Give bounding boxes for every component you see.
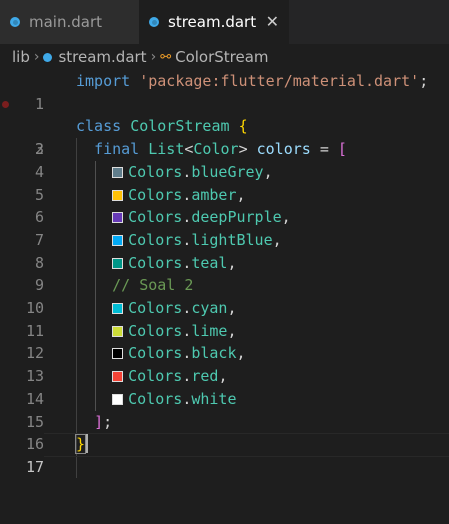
- keyword: class: [76, 117, 122, 136]
- breadcrumb-folder[interactable]: lib: [12, 48, 30, 66]
- color-member: teal: [191, 253, 228, 272]
- code-line[interactable]: 4 final List<Color> colors = [: [0, 138, 449, 181]
- field-name: colors: [256, 140, 311, 159]
- tab-main-dart[interactable]: main.dart: [0, 0, 139, 44]
- color-member: lime: [191, 321, 228, 340]
- punctuation: ,: [227, 253, 237, 272]
- type-name: Color: [193, 140, 239, 159]
- bracket: {: [238, 117, 248, 136]
- color-swatch[interactable]: [112, 371, 124, 383]
- punctuation: ,: [236, 185, 246, 204]
- color-swatch[interactable]: [112, 166, 124, 178]
- color-member: lightBlue: [191, 230, 273, 249]
- code-line[interactable]: 2: [0, 93, 449, 158]
- tab-bar: main.dart stream.dart ✕: [0, 0, 449, 44]
- color-swatch[interactable]: [112, 257, 124, 269]
- class-name: Colors: [128, 389, 183, 408]
- color-member: red: [191, 367, 219, 386]
- chevron-right-icon: ›: [33, 49, 40, 65]
- bracket: }: [74, 434, 87, 455]
- breadcrumb-file[interactable]: stream.dart: [58, 48, 146, 66]
- tab-label: main.dart: [29, 13, 103, 31]
- punctuation: ,: [281, 208, 291, 227]
- keyword: final: [94, 140, 140, 159]
- punctuation: ,: [218, 367, 228, 386]
- class-name: Colors: [128, 321, 183, 340]
- dart-icon: [10, 17, 20, 27]
- string-literal: 'package:flutter/material.dart': [139, 72, 420, 90]
- color-swatch[interactable]: [112, 189, 124, 201]
- breakpoint-icon[interactable]: [2, 100, 9, 108]
- bracket: ]: [94, 412, 104, 431]
- color-swatch[interactable]: [112, 234, 124, 246]
- code-editor[interactable]: 1 import 'package:flutter/material.dart'…: [0, 70, 449, 494]
- code-line[interactable]: 16 ];: [0, 411, 449, 454]
- type-name: List: [148, 140, 185, 159]
- color-swatch[interactable]: [112, 212, 124, 224]
- color-swatch[interactable]: [112, 348, 124, 360]
- punctuation: ,: [263, 162, 273, 181]
- class-name: Colors: [128, 230, 183, 249]
- punctuation: ;: [419, 72, 429, 90]
- color-member: deepPurple: [191, 208, 282, 227]
- color-member: black: [191, 344, 237, 363]
- code-line[interactable]: 5 Colors.blueGrey,: [0, 161, 449, 204]
- line-number: 17: [25, 457, 44, 476]
- color-member: blueGrey: [191, 162, 264, 181]
- color-swatch[interactable]: [112, 325, 124, 337]
- class-name: Colors: [128, 344, 183, 363]
- chevron-right-icon: ›: [150, 49, 157, 65]
- class-name: Colors: [128, 253, 183, 272]
- code-line[interactable]: 1 import 'package:flutter/material.dart'…: [0, 70, 449, 113]
- code-line[interactable]: 3 class ColorStream {: [0, 115, 449, 158]
- code-line[interactable]: 7 Colors.deepPurple,: [0, 206, 449, 249]
- dart-icon: [43, 52, 53, 62]
- bracket: [: [337, 140, 347, 159]
- code-line[interactable]: 6 Colors.amber,: [0, 184, 449, 227]
- code-line[interactable]: 8 Colors.lightBlue,: [0, 229, 449, 272]
- color-member: amber: [191, 185, 237, 204]
- code-line[interactable]: 14 Colors.red,: [0, 365, 449, 408]
- operator: =: [319, 140, 329, 159]
- code-line[interactable]: 12 Colors.lime,: [0, 320, 449, 363]
- close-icon[interactable]: ✕: [266, 14, 279, 30]
- code-line[interactable]: 13 Colors.black,: [0, 342, 449, 385]
- code-line[interactable]: 9 Colors.teal,: [0, 252, 449, 295]
- class-name: Colors: [128, 208, 183, 227]
- punctuation: ,: [227, 299, 237, 317]
- class-name: ColorStream: [130, 117, 230, 136]
- color-swatch[interactable]: [112, 393, 124, 405]
- punctuation: ,: [272, 230, 282, 249]
- comment: // Soal 2: [112, 276, 194, 295]
- punctuation: ,: [227, 321, 237, 340]
- punctuation: >: [238, 140, 248, 159]
- code-line[interactable]: 10 // Soal 2: [0, 274, 449, 317]
- class-name: Colors: [128, 367, 183, 386]
- punctuation: ;: [103, 412, 113, 431]
- tab-stream-dart[interactable]: stream.dart ✕: [139, 0, 289, 44]
- keyword: import: [76, 72, 131, 90]
- text-cursor: [86, 434, 89, 454]
- class-name: Colors: [128, 299, 183, 317]
- dart-icon: [149, 17, 159, 27]
- code-line[interactable]: 11 Colors.cyan,: [0, 297, 449, 340]
- breadcrumb-symbol[interactable]: ColorStream: [175, 48, 268, 66]
- class-name: Colors: [128, 162, 183, 181]
- punctuation: ,: [236, 344, 246, 363]
- color-swatch[interactable]: [112, 303, 124, 314]
- color-member: white: [191, 389, 237, 408]
- class-symbol-icon: ⚯: [160, 49, 172, 65]
- color-member: cyan: [191, 299, 228, 317]
- code-line[interactable]: 17 }: [0, 433, 449, 476]
- breadcrumb: lib › stream.dart › ⚯ ColorStream: [0, 44, 449, 70]
- code-line[interactable]: 15 Colors.white: [0, 388, 449, 431]
- tab-label: stream.dart: [168, 13, 257, 31]
- class-name: Colors: [128, 185, 183, 204]
